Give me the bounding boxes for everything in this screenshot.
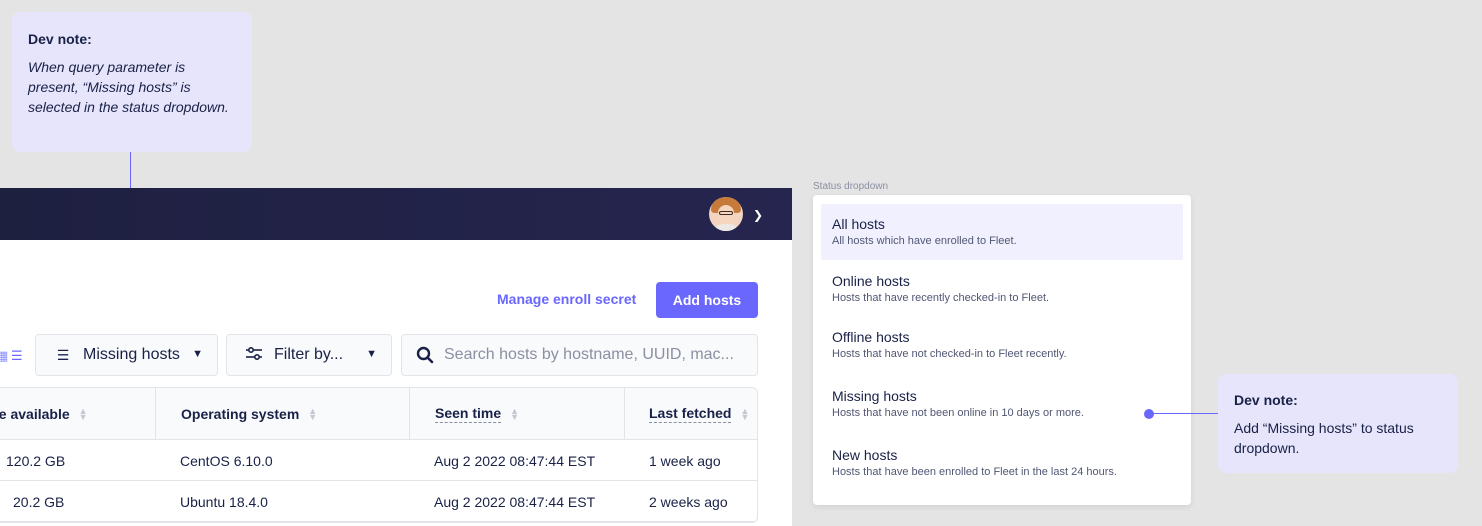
cell-disk-space: 20.2 GB [13, 493, 65, 510]
table-row[interactable]: 20.2 GB Ubuntu 18.4.0 Aug 2 2022 08:47:4… [0, 481, 757, 522]
chevron-down-icon: ▼ [192, 348, 203, 360]
annotation-dot [1144, 409, 1154, 419]
dev-note-title: Dev note: [1234, 392, 1298, 408]
cell-seen-time: Aug 2 2022 08:47:44 EST [434, 493, 596, 510]
dev-note-add-missing-hosts: Dev note: Add “Missing hosts” to status … [1218, 374, 1458, 473]
add-hosts-button[interactable]: Add hosts [656, 282, 758, 318]
dev-note-status-query: Dev note: When query parameter is presen… [12, 12, 252, 152]
status-option-new-hosts[interactable]: New hosts Hosts that have been enrolled … [821, 446, 1183, 479]
filter-by-label: Filter by... [274, 346, 344, 363]
sort-icon: ▲ ▼ [510, 406, 520, 422]
annotation-line [1150, 413, 1218, 414]
cell-operating-system: Ubuntu 18.4.0 [180, 493, 268, 510]
table-header: ce available ▲▼ Operating system ▲▼ Seen… [0, 388, 757, 440]
status-dropdown-menu: All hosts All hosts which have enrolled … [813, 195, 1191, 505]
host-search-box[interactable] [401, 334, 758, 376]
chevron-down-icon[interactable]: ❯ [753, 208, 763, 222]
table-row[interactable]: 120.2 GB CentOS 6.10.0 Aug 2 2022 08:47:… [0, 440, 757, 481]
search-input[interactable] [444, 346, 744, 364]
fleet-hosts-page: ❯ Manage enroll secret Add hosts ▦ ☰ ☰ M… [0, 188, 792, 526]
manage-enroll-secret-button[interactable]: Manage enroll secret [497, 291, 636, 307]
list-view-icon[interactable]: ☰ [11, 348, 23, 364]
status-option-missing-hosts[interactable]: Missing hosts Hosts that have not been o… [821, 387, 1183, 420]
cell-last-fetched: 1 week ago [649, 452, 721, 469]
hosts-table: ce available ▲▼ Operating system ▲▼ Seen… [0, 387, 758, 523]
status-option-all-hosts[interactable]: All hosts All hosts which have enrolled … [821, 204, 1183, 260]
status-option-online-hosts[interactable]: Online hosts Hosts that have recently ch… [821, 272, 1183, 305]
dev-note-body: When query parameter is present, “Missin… [28, 59, 229, 115]
sort-icon: ▲ ▼ [78, 406, 88, 422]
sliders-icon [244, 346, 264, 364]
column-header-last-fetched[interactable]: Last fetched ▲ ▼ [624, 388, 757, 440]
status-dropdown-spec-label: Status dropdown [813, 181, 889, 192]
columns-icon[interactable]: ▦ [0, 348, 8, 364]
dev-note-body: Add “Missing hosts” to status dropdown. [1234, 420, 1414, 456]
cell-disk-space: 120.2 GB [6, 452, 66, 469]
status-dropdown[interactable]: ☰ Missing hosts ▼ [35, 334, 218, 376]
status-dropdown-value: Missing hosts [83, 346, 180, 363]
column-header-seen-time[interactable]: Seen time ▲ ▼ [409, 388, 624, 440]
dev-note-title: Dev note: [28, 31, 92, 47]
cell-seen-time: Aug 2 2022 08:47:44 EST [434, 452, 596, 469]
user-avatar[interactable] [709, 197, 743, 231]
filter-by-dropdown[interactable]: Filter by... ▼ [226, 334, 392, 376]
search-icon [416, 346, 434, 364]
cell-last-fetched: 2 weeks ago [649, 493, 728, 510]
sort-icon: ▲ ▼ [308, 406, 318, 422]
chevron-down-icon: ▼ [366, 348, 377, 360]
column-header-operating-system[interactable]: Operating system ▲ ▼ [155, 388, 409, 440]
top-navigation: ❯ [0, 188, 792, 240]
column-header-disk-space[interactable]: ce available ▲▼ [0, 388, 155, 440]
cell-operating-system: CentOS 6.10.0 [180, 452, 273, 469]
status-filter-icon: ☰ [56, 346, 70, 363]
sort-icon: ▲ ▼ [740, 406, 750, 422]
status-option-offline-hosts[interactable]: Offline hosts Hosts that have not checke… [821, 328, 1183, 361]
